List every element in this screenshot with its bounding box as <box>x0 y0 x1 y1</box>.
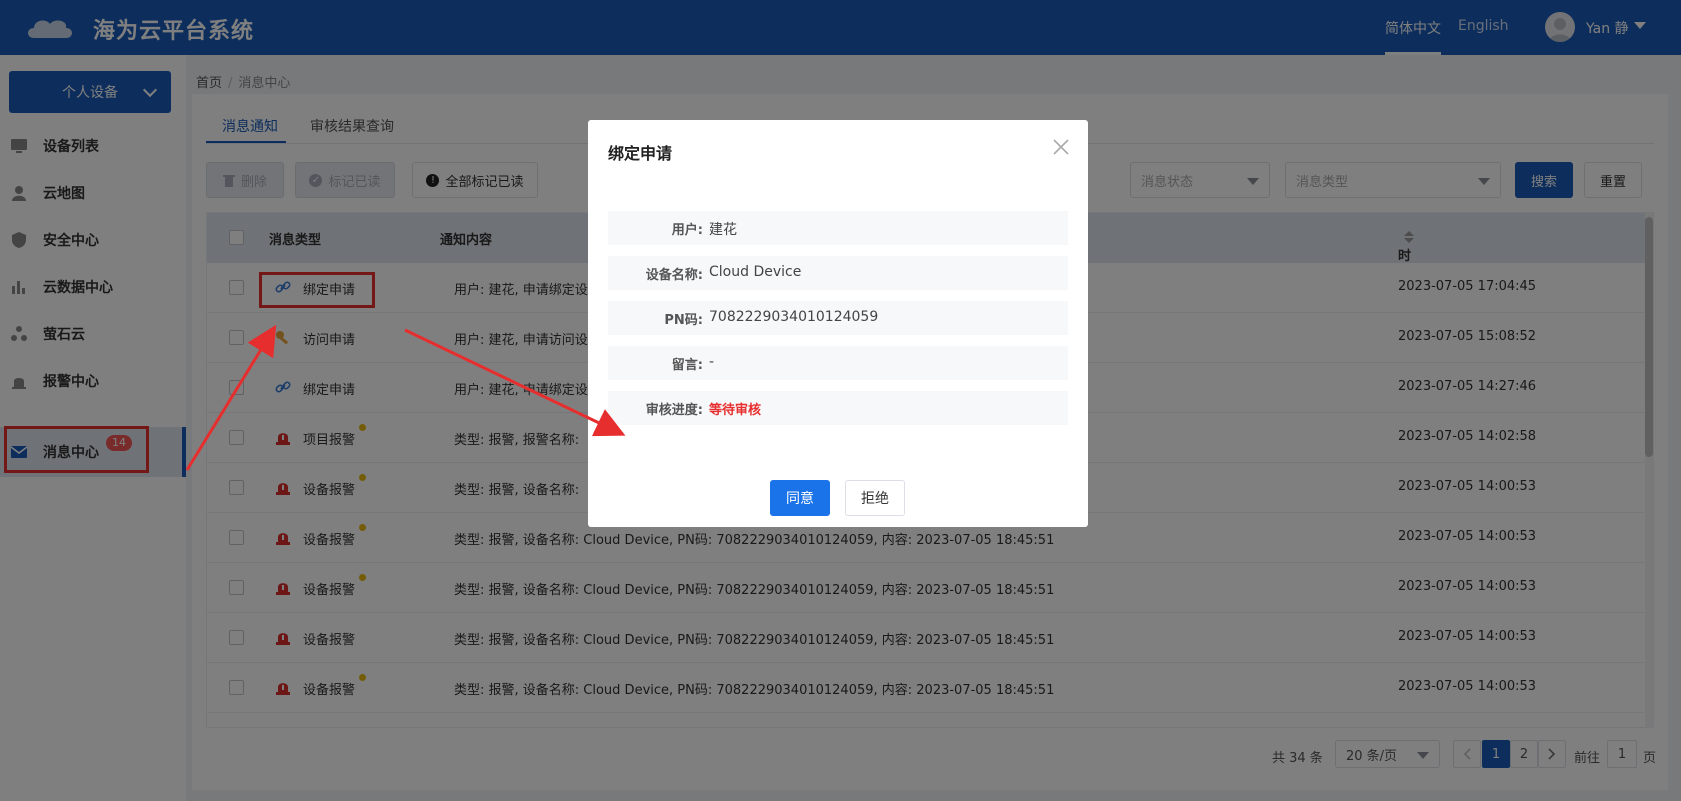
reject-button[interactable]: 拒绝 <box>845 480 905 516</box>
agree-button[interactable]: 同意 <box>770 480 830 516</box>
field-device-name: 设备名称: Cloud Device <box>608 256 1068 290</box>
field-pn-code: PN码: 7082229034010124059 <box>608 301 1068 335</box>
field-user-value: 建花 <box>709 222 737 238</box>
field-message-value: - <box>709 354 715 370</box>
field-device-name-value: Cloud Device <box>709 264 802 280</box>
field-user: 用户: 建花 <box>608 211 1068 245</box>
field-pn-code-value: 7082229034010124059 <box>709 309 879 325</box>
dialog-title: 绑定申请 <box>608 144 673 163</box>
review-status-badge: 等待审核 <box>709 403 762 418</box>
close-icon[interactable] <box>1052 138 1070 156</box>
bind-request-dialog: 绑定申请 用户: 建花 设备名称: Cloud Device PN码: 7082… <box>588 120 1088 527</box>
field-device-name-label: 设备名称: <box>645 268 703 283</box>
field-user-label: 用户: <box>671 223 703 238</box>
field-pn-code-label: PN码: <box>664 313 703 328</box>
field-message-label: 留言: <box>671 358 703 373</box>
field-review-status-label: 审核进度: <box>645 403 703 418</box>
field-review-status: 审核进度: 等待审核 <box>608 391 1068 425</box>
field-message: 留言: - <box>608 346 1068 380</box>
